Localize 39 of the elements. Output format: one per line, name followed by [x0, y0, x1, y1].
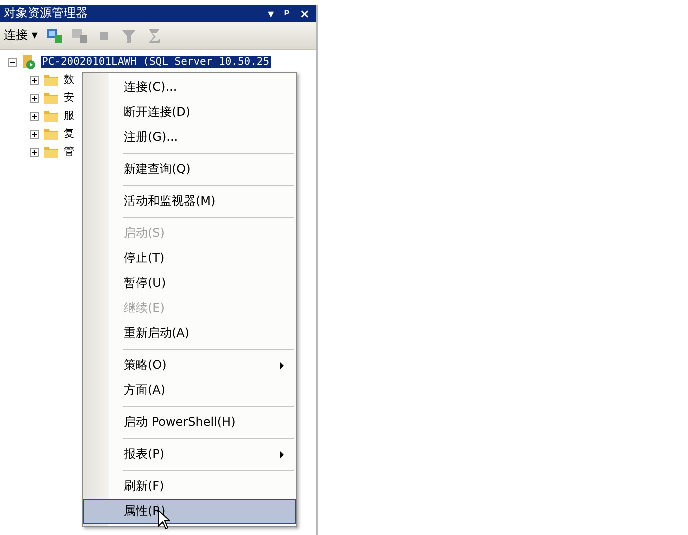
menu-item[interactable]: 方面(A) — [83, 378, 296, 403]
tree-item[interactable]: 服 — [63, 109, 76, 123]
submenu-arrow-icon — [279, 362, 285, 370]
window-title: 对象资源管理器 — [4, 5, 88, 22]
folder-icon — [43, 126, 59, 142]
connect-server-icon[interactable] — [44, 26, 63, 44]
expand-toggle[interactable] — [30, 112, 39, 120]
expand-toggle[interactable] — [30, 94, 39, 102]
connect-button[interactable]: 连接 ▾ — [4, 27, 38, 44]
folder-icon — [43, 90, 59, 106]
expand-toggle[interactable] — [30, 130, 39, 138]
menu-item[interactable]: 报表(P) — [83, 442, 296, 467]
folder-icon — [43, 72, 59, 88]
menu-item[interactable]: 活动和监视器(M) — [83, 189, 296, 214]
tree-item[interactable]: 数 — [63, 73, 76, 87]
tree-item[interactable]: 复 — [63, 127, 76, 141]
menu-item[interactable]: 暂停(U) — [83, 271, 296, 296]
menu-item[interactable]: 断开连接(D) — [83, 100, 296, 125]
pin-button[interactable]: ᵖ — [282, 6, 292, 20]
expand-toggle[interactable] — [30, 76, 39, 84]
menu-item[interactable]: 策略(O) — [83, 353, 296, 378]
menu-item[interactable]: 停止(T) — [83, 246, 296, 271]
menu-item[interactable]: 注册(G)... — [83, 125, 296, 150]
submenu-arrow-icon — [279, 450, 285, 458]
menu-item[interactable]: 启动 PowerShell(H) — [83, 410, 296, 435]
menu-item[interactable]: 新建查询(Q) — [83, 157, 296, 182]
menu-item[interactable]: 刷新(F) — [83, 474, 296, 499]
close-button[interactable]: × — [298, 6, 312, 20]
dropdown-button[interactable]: ▾ — [266, 6, 276, 20]
tree-item[interactable]: 安 — [63, 91, 76, 105]
server-icon — [21, 54, 37, 70]
menu-item[interactable]: 连接(C)... — [83, 75, 296, 100]
expand-toggle[interactable] — [30, 148, 39, 156]
menu-item[interactable]: 重新启动(A) — [83, 321, 296, 346]
collapse-toggle[interactable] — [8, 58, 17, 66]
tree-item[interactable]: PC-20020101LAWH (SQL Server 10.50.25 — [41, 56, 271, 68]
tree-item[interactable]: 管 — [63, 145, 76, 159]
folder-icon — [43, 108, 59, 124]
folder-icon — [43, 144, 59, 160]
